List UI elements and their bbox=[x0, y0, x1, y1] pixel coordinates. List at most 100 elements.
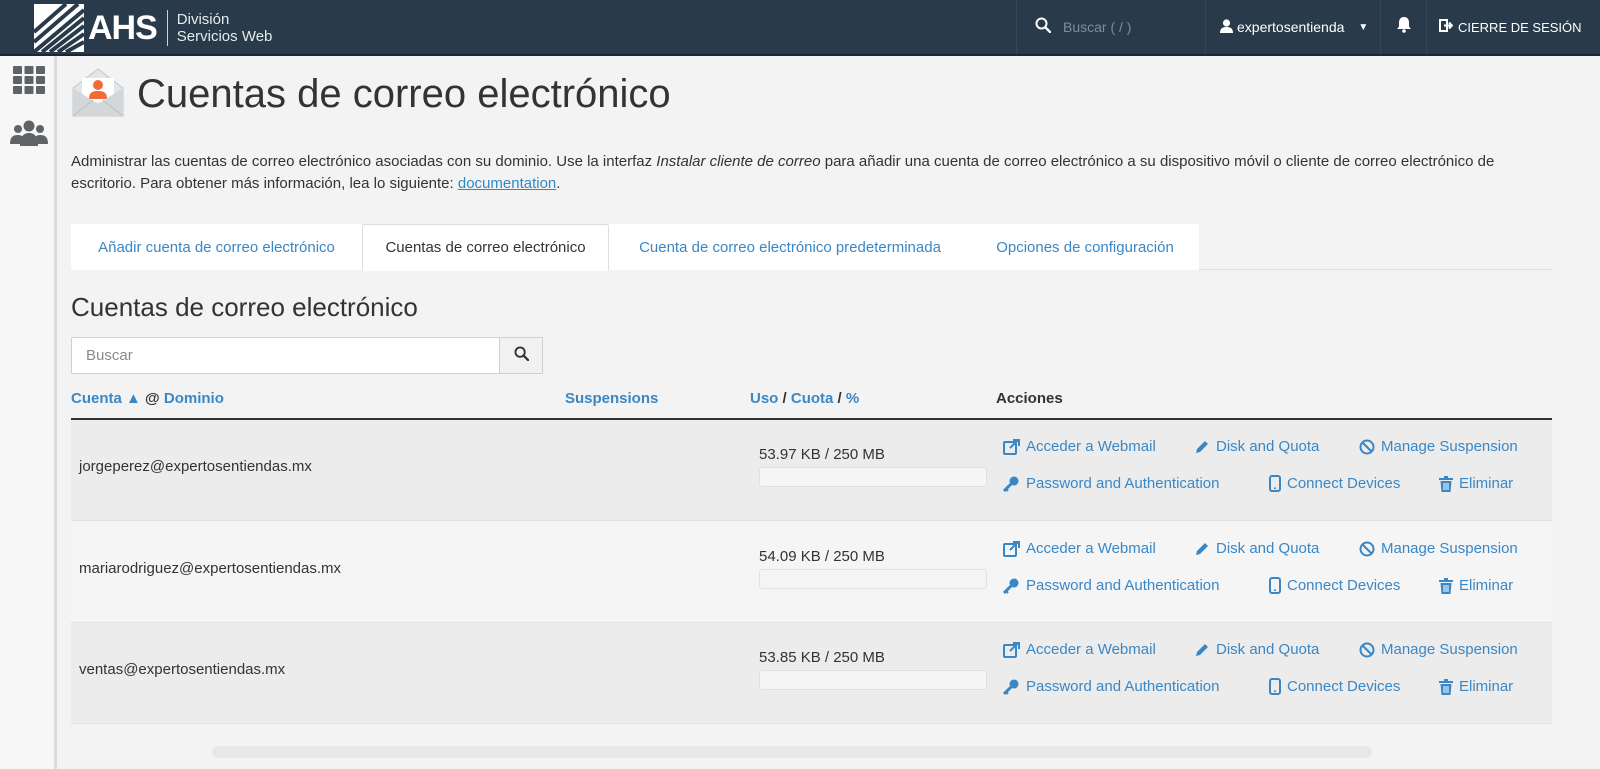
logo-subtitle-line1: División bbox=[176, 11, 230, 28]
account-usage: 54.09 KB / 250 MB bbox=[759, 548, 885, 565]
table-row: jorgeperez@expertosentiendas.mx 53.97 KB… bbox=[71, 420, 1552, 521]
logout-button[interactable]: CIERRE DE SESIÓN bbox=[1426, 0, 1600, 54]
documentation-link[interactable]: documentation bbox=[458, 175, 556, 192]
mobile-icon bbox=[1269, 678, 1281, 695]
logo-subtitle: División Servicios Web bbox=[177, 11, 273, 45]
webmail-label: Acceder a Webmail bbox=[1026, 438, 1156, 455]
account-usage: 53.97 KB / 250 MB bbox=[759, 446, 885, 463]
tab-default-account[interactable]: Cuenta de correo electrónico predetermin… bbox=[609, 224, 971, 270]
rail-item-apps[interactable] bbox=[0, 66, 57, 99]
account-search bbox=[71, 337, 543, 374]
trash-icon bbox=[1439, 678, 1453, 695]
manage-suspension-label: Manage Suspension bbox=[1381, 641, 1518, 658]
logout-icon bbox=[1439, 19, 1454, 35]
logo-subtitle-line2: Servicios Web bbox=[176, 28, 273, 45]
tab-add-account[interactable]: Añadir cuenta de correo electrónico bbox=[71, 224, 362, 270]
description-end: . bbox=[556, 175, 561, 192]
sort-cuota[interactable]: Cuota bbox=[791, 390, 834, 407]
connect-devices-link[interactable]: Connect Devices bbox=[1269, 475, 1400, 492]
page-description: Administrar las cuentas de correo electr… bbox=[71, 151, 1551, 195]
logout-label: CIERRE DE SESIÓN bbox=[1458, 19, 1582, 35]
manage-suspension-link[interactable]: Manage Suspension bbox=[1359, 641, 1518, 658]
disk-quota-label: Disk and Quota bbox=[1216, 641, 1320, 658]
connect-devices-label: Connect Devices bbox=[1287, 475, 1401, 492]
manage-suspension-label: Manage Suspension bbox=[1381, 438, 1518, 455]
chevron-down-icon: ▼ bbox=[1358, 21, 1369, 33]
slash: / bbox=[837, 390, 842, 407]
delete-label: Eliminar bbox=[1459, 577, 1514, 594]
rail-item-users[interactable] bbox=[0, 120, 57, 151]
manage-suspension-link[interactable]: Manage Suspension bbox=[1359, 540, 1518, 557]
description-emphasis: Instalar cliente de correo bbox=[656, 153, 821, 170]
slash: / bbox=[782, 390, 787, 407]
sort-suspensions[interactable]: Suspensions bbox=[565, 390, 658, 407]
logo-mark-icon bbox=[34, 4, 84, 52]
delete-link[interactable]: Eliminar bbox=[1439, 475, 1513, 492]
webmail-link[interactable]: Acceder a Webmail bbox=[1003, 641, 1156, 658]
usage-progress-bar bbox=[759, 670, 987, 690]
connect-devices-label: Connect Devices bbox=[1287, 678, 1401, 695]
sort-dominio[interactable]: Dominio bbox=[164, 390, 224, 407]
disk-quota-label: Disk and Quota bbox=[1216, 540, 1320, 557]
bell-icon bbox=[1396, 16, 1412, 38]
description-text-1: Administrar las cuentas de correo electr… bbox=[71, 153, 657, 170]
sort-percent[interactable]: % bbox=[846, 390, 859, 407]
at-sign: @ bbox=[145, 390, 160, 407]
pencil-icon bbox=[1196, 643, 1208, 656]
logo-text: AHS bbox=[88, 8, 158, 47]
webmail-link[interactable]: Acceder a Webmail bbox=[1003, 540, 1156, 557]
usage-progress-bar bbox=[759, 467, 987, 487]
user-icon bbox=[1220, 18, 1233, 36]
search-input[interactable] bbox=[71, 337, 500, 374]
password-label: Password and Authentication bbox=[1026, 678, 1220, 695]
top-search[interactable]: Buscar ( / ) bbox=[1016, 0, 1206, 54]
ban-icon bbox=[1359, 439, 1375, 454]
external-link-icon bbox=[1003, 438, 1020, 455]
connect-devices-link[interactable]: Connect Devices bbox=[1269, 577, 1400, 594]
delete-label: Eliminar bbox=[1459, 475, 1514, 492]
disk-quota-link[interactable]: Disk and Quota bbox=[1194, 540, 1319, 557]
user-menu[interactable]: expertosentienda ▼ bbox=[1205, 0, 1380, 54]
ban-icon bbox=[1359, 642, 1375, 657]
disk-quota-link[interactable]: Disk and Quota bbox=[1194, 641, 1319, 658]
top-search-placeholder: Buscar ( / ) bbox=[1063, 19, 1132, 35]
connect-devices-link[interactable]: Connect Devices bbox=[1269, 678, 1400, 695]
col-uso: Uso / Cuota / % bbox=[750, 390, 859, 407]
sort-cuenta[interactable]: Cuenta bbox=[71, 390, 122, 407]
users-group-icon bbox=[9, 120, 48, 151]
section-title: Cuentas de correo electrónico bbox=[71, 292, 418, 322]
page-header: Cuentas de correo electrónico bbox=[71, 66, 671, 123]
delete-link[interactable]: Eliminar bbox=[1439, 577, 1513, 594]
notifications-button[interactable] bbox=[1380, 0, 1426, 54]
sort-asc-icon[interactable]: ▲ bbox=[126, 390, 141, 407]
password-link[interactable]: Password and Authentication bbox=[1003, 577, 1219, 594]
account-email: mariarodriguez@expertosentiendas.mx bbox=[79, 560, 342, 577]
mobile-icon bbox=[1269, 577, 1281, 594]
password-link[interactable]: Password and Authentication bbox=[1003, 678, 1219, 695]
webmail-label: Acceder a Webmail bbox=[1026, 540, 1156, 557]
page-title: Cuentas de correo electrónico bbox=[137, 72, 671, 116]
search-icon bbox=[513, 345, 529, 366]
logo[interactable]: AHS División Servicios Web bbox=[34, 3, 272, 53]
tab-email-accounts[interactable]: Cuentas de correo electrónico bbox=[362, 224, 609, 271]
trash-icon bbox=[1439, 475, 1453, 492]
left-rail bbox=[0, 56, 57, 769]
top-bar: AHS División Servicios Web Buscar ( / ) … bbox=[0, 0, 1600, 56]
password-link[interactable]: Password and Authentication bbox=[1003, 475, 1219, 492]
search-button[interactable] bbox=[500, 337, 543, 374]
search-icon bbox=[1035, 17, 1052, 38]
delete-link[interactable]: Eliminar bbox=[1439, 678, 1513, 695]
tab-config-options[interactable]: Opciones de configuración bbox=[971, 224, 1199, 270]
manage-suspension-link[interactable]: Manage Suspension bbox=[1359, 438, 1518, 455]
connect-devices-label: Connect Devices bbox=[1287, 577, 1401, 594]
sort-uso[interactable]: Uso bbox=[750, 390, 778, 407]
usage-progress-bar bbox=[759, 569, 987, 589]
external-link-icon bbox=[1003, 641, 1020, 658]
footer-shadow bbox=[212, 746, 1372, 758]
password-label: Password and Authentication bbox=[1026, 475, 1220, 492]
disk-quota-link[interactable]: Disk and Quota bbox=[1194, 438, 1319, 455]
key-icon bbox=[1003, 578, 1019, 594]
account-usage: 53.85 KB / 250 MB bbox=[759, 649, 885, 666]
external-link-icon bbox=[1003, 540, 1020, 557]
webmail-link[interactable]: Acceder a Webmail bbox=[1003, 438, 1156, 455]
